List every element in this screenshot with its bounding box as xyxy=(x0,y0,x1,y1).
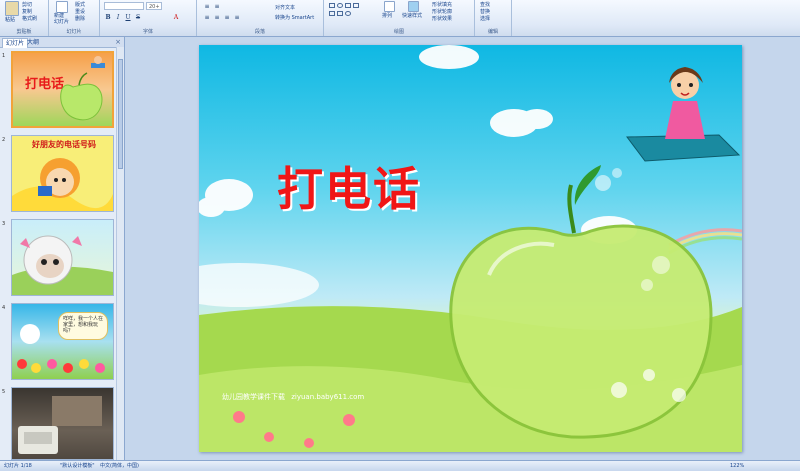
justify-icon[interactable]: ≡ xyxy=(233,14,241,22)
strikethrough-button[interactable]: S xyxy=(134,14,142,22)
thumbnail-apple-art xyxy=(60,56,105,121)
reset-button[interactable]: 重设 xyxy=(75,8,85,15)
align-right-icon[interactable]: ≡ xyxy=(223,14,231,22)
slides-group: 新建 幻灯片 版式 重设 删除 幻灯片 xyxy=(49,0,100,36)
quick-styles-icon[interactable] xyxy=(408,1,419,12)
credit-url: ziyuan.baby611.com xyxy=(291,393,365,401)
slides-group-label: 幻灯片 xyxy=(66,29,82,35)
editing-group: 查找 替换 选择 编辑 xyxy=(475,0,512,36)
panel-tabs: 幻灯片 大纲 × xyxy=(0,37,124,48)
brace-shape-icon[interactable] xyxy=(337,11,343,16)
slide-thumbnail-4[interactable]: 咩咩，我一个人在家里，想和我玩吗？ xyxy=(11,303,114,380)
slide-number: 2 xyxy=(2,137,6,143)
align-center-icon[interactable]: ≡ xyxy=(213,14,221,22)
arrange-icon[interactable] xyxy=(384,1,395,12)
new-slide-icon[interactable] xyxy=(56,1,68,13)
font-name-combo[interactable] xyxy=(104,2,144,10)
underline-button[interactable]: U xyxy=(124,14,132,22)
shape-outline-button[interactable]: 形状轮廓 xyxy=(432,8,452,15)
cut-button[interactable]: 剪切 xyxy=(22,1,32,8)
slide-number: 3 xyxy=(2,221,6,227)
slide-number: 5 xyxy=(2,389,6,395)
slide-thumbnail-2[interactable]: 好朋友的电话号码 xyxy=(11,135,114,212)
slide-thumbnail-3[interactable] xyxy=(11,219,114,296)
clipboard-group: 粘贴 剪切 复制 格式刷 剪贴板 xyxy=(0,0,49,36)
slide-thumbnail-panel: 幻灯片 大纲 × 1 打电话 2 好朋友的电话号码 3 4 咩咩，我一个人在家里… xyxy=(0,37,125,460)
editing-group-label: 编辑 xyxy=(487,29,498,35)
shape-effects-button[interactable]: 形状效果 xyxy=(432,15,452,22)
paste-button[interactable]: 粘贴 xyxy=(5,16,15,23)
numbering-icon[interactable]: ≡ xyxy=(213,3,221,11)
thumbnail-phone-photo xyxy=(18,396,102,454)
credit-text: 幼儿园教学课件下载 xyxy=(222,393,285,401)
triangle-shape-icon[interactable] xyxy=(329,11,335,16)
paste-icon[interactable] xyxy=(5,1,19,16)
font-group: 20+ B I U S A 字体 xyxy=(100,0,197,36)
slide-number: 1 xyxy=(2,53,6,59)
align-text-button[interactable]: 对齐文本 xyxy=(275,4,295,11)
format-painter-button[interactable]: 格式刷 xyxy=(22,15,37,22)
slide-title[interactable]: 打电话 xyxy=(277,153,421,219)
status-bar: 幻灯片 1/18 "默认设计模板" 中文(简体，中国) 122% xyxy=(0,460,800,471)
font-color-button[interactable]: A xyxy=(172,14,180,22)
paragraph-group-label: 段落 xyxy=(254,29,265,35)
star-shape-icon[interactable] xyxy=(345,11,351,16)
arrow-shape-icon[interactable] xyxy=(353,3,359,8)
drawing-group: 排列 快速样式 形状填充 形状轮廓 形状效果 绘图 xyxy=(324,0,475,36)
layout-button[interactable]: 版式 xyxy=(75,1,85,8)
slide-thumbnail-5[interactable] xyxy=(11,387,114,460)
slide-credit: 幼儿园教学课件下载 ziyuan.baby611.com xyxy=(222,392,364,402)
rectangle-shape-icon[interactable] xyxy=(329,3,335,8)
clipboard-group-label: 剪贴板 xyxy=(16,29,32,35)
thumbnail-sheep-art xyxy=(12,235,113,295)
slide-thumbnail-1[interactable]: 打电话 xyxy=(11,51,114,128)
delete-button[interactable]: 删除 xyxy=(75,15,85,22)
thumbnail-flowers-art xyxy=(17,324,105,373)
close-icon[interactable]: × xyxy=(115,38,121,46)
copy-button[interactable]: 复制 xyxy=(22,8,32,15)
quick-styles-button[interactable]: 快速样式 xyxy=(402,12,422,19)
slide-number: 4 xyxy=(2,305,6,311)
oval-shape-icon[interactable] xyxy=(337,3,343,8)
drawing-group-label: 绘图 xyxy=(393,29,404,35)
font-size-combo[interactable]: 20+ xyxy=(146,2,162,10)
font-group-label: 字体 xyxy=(142,29,153,35)
align-left-icon[interactable]: ≡ xyxy=(203,14,211,22)
slide-canvas[interactable]: 打电话 幼儿园教学课件下载 ziyuan.baby611.com xyxy=(199,45,742,452)
slide-background-art xyxy=(199,45,742,452)
line-shape-icon[interactable] xyxy=(345,3,351,8)
ribbon: 粘贴 剪切 复制 格式刷 剪贴板 新建 幻灯片 版式 重设 删除 幻灯片 20+… xyxy=(0,0,800,37)
new-slide-button[interactable]: 新建 幻灯片 xyxy=(54,13,69,25)
thumbnail-cartoon-art xyxy=(12,158,113,211)
shape-fill-button[interactable]: 形状填充 xyxy=(432,1,452,8)
bullets-icon[interactable]: ≡ xyxy=(203,3,211,11)
bold-button[interactable]: B xyxy=(104,14,112,22)
arrange-button[interactable]: 排列 xyxy=(382,12,392,19)
panel-scrollbar[interactable] xyxy=(116,47,124,460)
select-button[interactable]: 选择 xyxy=(480,15,490,22)
find-button[interactable]: 查找 xyxy=(480,1,490,8)
paragraph-group: ≡ ≡ ≡ ≡ ≡ ≡ 对齐文本 转换为 SmartArt 段落 xyxy=(197,0,324,36)
smartart-button[interactable]: 转换为 SmartArt xyxy=(275,14,314,21)
italic-button[interactable]: I xyxy=(114,14,122,22)
replace-button[interactable]: 替换 xyxy=(480,8,490,15)
tab-outline[interactable]: 大纲 xyxy=(24,38,42,47)
panel-scrollbar-thumb[interactable] xyxy=(118,59,123,169)
